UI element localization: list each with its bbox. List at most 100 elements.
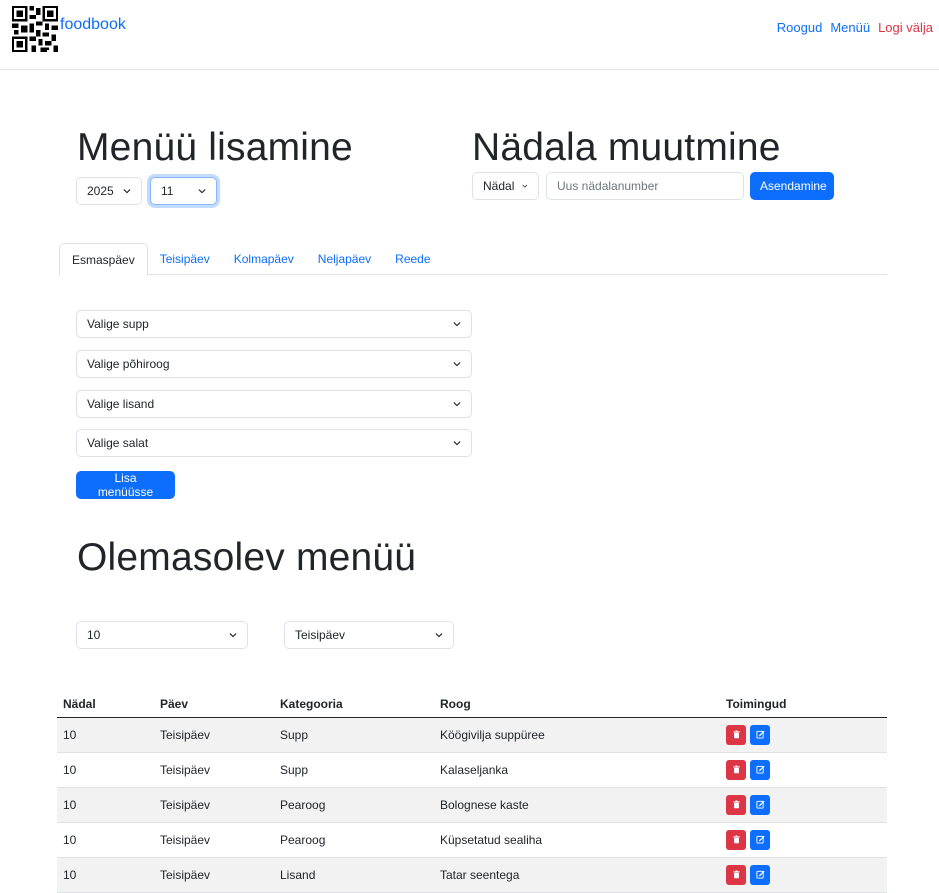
cell-day: Teisipäev [154, 822, 274, 858]
row-actions [726, 864, 881, 885]
row-actions [726, 759, 881, 780]
week-select-value: 11 [161, 184, 174, 198]
existing-week-select-value: 10 [87, 628, 101, 642]
logout-link[interactable]: Logi välja [878, 20, 933, 35]
replace-button[interactable]: Asendamine [750, 172, 834, 200]
table-row: 10 Teisipäev Supp Kalaseljanka [57, 752, 887, 788]
soup-select[interactable]: Valige supp [76, 310, 472, 338]
chevron-down-icon [229, 631, 237, 639]
edit-button[interactable] [750, 759, 770, 780]
trash-icon [732, 800, 740, 809]
main-dish-select-value: Valige põhiroog [87, 357, 170, 371]
year-select-value: 2025 [87, 184, 114, 198]
nav-links: Roogud Menüü Logi välja [777, 20, 933, 35]
cell-week: 10 [57, 822, 154, 858]
trash-icon [732, 835, 740, 844]
salad-select-value: Valige salat [87, 436, 149, 450]
edit-icon [755, 835, 764, 844]
row-actions [726, 794, 881, 815]
trash-icon [732, 730, 740, 739]
edit-icon [755, 765, 764, 774]
delete-button[interactable] [726, 864, 746, 885]
cell-week: 10 [57, 857, 154, 893]
cell-day: Teisipäev [154, 717, 274, 753]
tab-monday[interactable]: Esmaspäev [59, 243, 148, 276]
side-select-value: Valige lisand [87, 397, 155, 411]
navbar: foodbook Roogud Menüü Logi välja [0, 0, 939, 70]
delete-button[interactable] [726, 794, 746, 815]
header-dish: Roog [434, 692, 720, 718]
cell-day: Teisipäev [154, 752, 274, 788]
side-select[interactable]: Valige lisand [76, 390, 472, 418]
new-week-input[interactable] [546, 172, 744, 200]
cell-day: Teisipäev [154, 857, 274, 893]
chevron-down-icon [453, 320, 461, 328]
year-select[interactable]: 2025 [76, 177, 142, 205]
trash-icon [732, 765, 740, 774]
chevron-down-icon [522, 182, 528, 190]
edit-button[interactable] [750, 794, 770, 815]
cell-category: Supp [274, 717, 434, 753]
header-category: Kategooria [274, 692, 434, 718]
table-row: 10 Teisipäev Pearoog Bolognese kaste [57, 787, 887, 823]
week-change-select-value: Nädal [483, 179, 515, 193]
cell-week: 10 [57, 752, 154, 788]
table-row: 10 Teisipäev Supp Köögivilja suppüree [57, 717, 887, 753]
edit-button[interactable] [750, 724, 770, 745]
trash-icon [732, 870, 740, 879]
row-actions [726, 724, 881, 745]
cell-category: Lisand [274, 857, 434, 893]
cell-dish: Köögivilja suppüree [434, 717, 720, 753]
cell-category: Supp [274, 752, 434, 788]
add-menu-title: Menüü lisamine [77, 126, 353, 169]
table-row: 10 Teisipäev Lisand Tatar seentega [57, 857, 887, 893]
cell-day: Teisipäev [154, 787, 274, 823]
brand[interactable]: foodbook [12, 6, 126, 52]
chevron-down-icon [198, 187, 206, 195]
chevron-down-icon [453, 439, 461, 447]
delete-button[interactable] [726, 759, 746, 780]
delete-button[interactable] [726, 829, 746, 850]
edit-button[interactable] [750, 864, 770, 885]
nav-link-roogud[interactable]: Roogud [777, 20, 823, 35]
edit-icon [755, 870, 764, 879]
cell-dish: Kalaseljanka [434, 752, 720, 788]
chevron-down-icon [453, 360, 461, 368]
edit-icon [755, 730, 764, 739]
table-header-row: Nädal Päev Kategooria Roog Toimingud [57, 692, 887, 718]
edit-button[interactable] [750, 829, 770, 850]
existing-day-select[interactable]: Teisipäev [284, 621, 454, 649]
week-change-title: Nädala muutmine [472, 126, 781, 169]
existing-day-select-value: Teisipäev [295, 628, 346, 642]
cell-dish: Bolognese kaste [434, 787, 720, 823]
tab-tuesday[interactable]: Teisipäev [148, 243, 222, 275]
week-select[interactable]: 11 [150, 177, 217, 205]
header-actions: Toimingud [720, 692, 887, 718]
chevron-down-icon [435, 631, 443, 639]
nav-link-menuu[interactable]: Menüü [830, 20, 870, 35]
header-week: Nädal [57, 692, 154, 718]
cell-actions [720, 857, 887, 893]
cell-actions [720, 822, 887, 858]
soup-select-value: Valige supp [87, 317, 149, 331]
delete-button[interactable] [726, 724, 746, 745]
table-row: 10 Teisipäev Pearoog Küpsetatud sealiha [57, 822, 887, 858]
cell-category: Pearoog [274, 822, 434, 858]
salad-select[interactable]: Valige salat [76, 429, 472, 457]
edit-icon [755, 800, 764, 809]
tab-thursday[interactable]: Neljapäev [306, 243, 383, 275]
add-to-menu-button[interactable]: Lisa menüüsse [76, 471, 175, 499]
cell-week: 10 [57, 717, 154, 753]
tab-wednesday[interactable]: Kolmapäev [222, 243, 306, 275]
existing-week-select[interactable]: 10 [76, 621, 248, 649]
cell-dish: Küpsetatud sealiha [434, 822, 720, 858]
main-dish-select[interactable]: Valige põhiroog [76, 350, 472, 378]
chevron-down-icon [123, 187, 131, 195]
cell-week: 10 [57, 787, 154, 823]
brand-name: foodbook [60, 16, 126, 33]
week-change-select[interactable]: Nädal [472, 172, 539, 200]
cell-dish: Tatar seentega [434, 857, 720, 893]
tab-friday[interactable]: Reede [383, 243, 442, 275]
header-day: Päev [154, 692, 274, 718]
cell-actions [720, 717, 887, 753]
